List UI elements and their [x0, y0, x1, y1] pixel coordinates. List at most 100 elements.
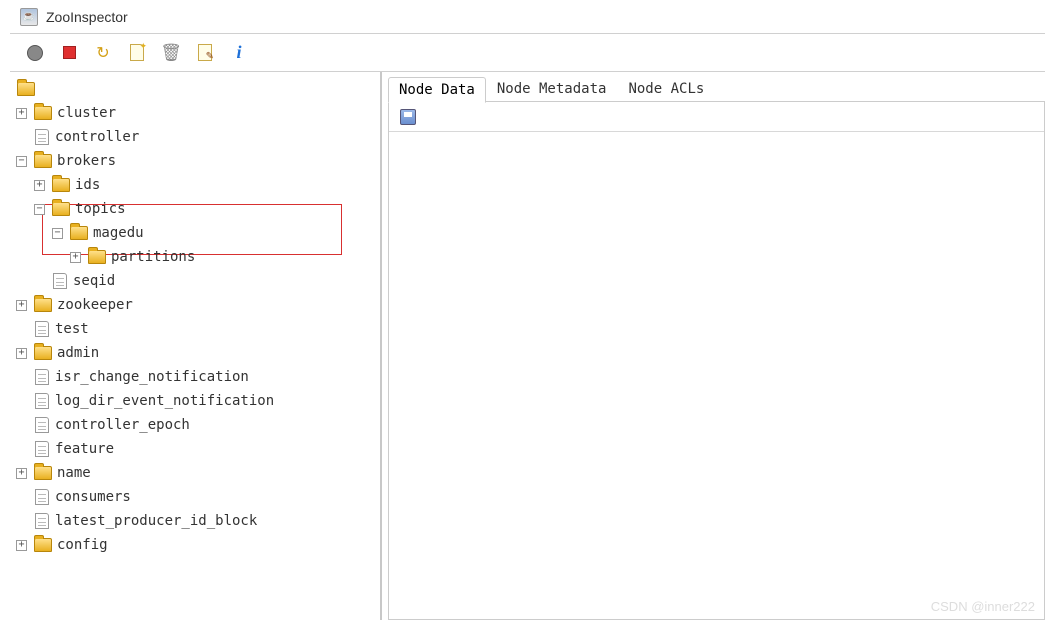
- file-icon: [35, 513, 49, 529]
- tree-node-isr[interactable]: isr_change_notification: [13, 365, 377, 389]
- collapse-icon[interactable]: −: [34, 204, 45, 215]
- folder-icon: [34, 298, 52, 312]
- add-node-button[interactable]: [126, 42, 148, 64]
- folder-icon: [17, 82, 35, 96]
- tree-node-name[interactable]: + name: [13, 461, 377, 485]
- trash-icon: 🗑: [160, 43, 182, 63]
- tree-node-logdir[interactable]: log_dir_event_notification: [13, 389, 377, 413]
- expand-icon[interactable]: +: [16, 540, 27, 551]
- tree-node-config[interactable]: + config: [13, 533, 377, 557]
- expand-icon[interactable]: +: [16, 108, 27, 119]
- folder-icon: [34, 466, 52, 480]
- file-icon: [35, 321, 49, 337]
- node-label: cluster: [56, 105, 116, 121]
- folder-icon: [88, 250, 106, 264]
- node-label: consumers: [54, 489, 131, 505]
- node-label: seqid: [72, 273, 115, 289]
- save-icon: [400, 109, 416, 125]
- stop-icon: [63, 46, 76, 59]
- tree-node-admin[interactable]: + admin: [13, 341, 377, 365]
- file-icon: [35, 369, 49, 385]
- circle-icon: [27, 45, 43, 61]
- node-label: ids: [74, 177, 100, 193]
- expand-icon[interactable]: +: [70, 252, 81, 263]
- refresh-button[interactable]: ↻: [92, 42, 114, 64]
- node-label: config: [56, 537, 108, 553]
- node-label: latest_producer_id_block: [54, 513, 257, 529]
- collapse-icon[interactable]: −: [16, 156, 27, 167]
- save-button[interactable]: [397, 106, 419, 128]
- expand-icon[interactable]: +: [16, 300, 27, 311]
- edit-node-button[interactable]: [194, 42, 216, 64]
- info-icon: i: [236, 42, 241, 63]
- connect-button[interactable]: [24, 42, 46, 64]
- tree-node-brokers[interactable]: − brokers: [13, 149, 377, 173]
- tree: + cluster controller − brokers + ids: [13, 77, 377, 557]
- tree-node-latest-producer[interactable]: latest_producer_id_block: [13, 509, 377, 533]
- node-label: zookeeper: [56, 297, 133, 313]
- tabs: Node Data Node Metadata Node ACLs: [388, 76, 1045, 102]
- tab-node-metadata[interactable]: Node Metadata: [486, 76, 618, 102]
- tree-node-consumers[interactable]: consumers: [13, 485, 377, 509]
- tree-panel[interactable]: + cluster controller − brokers + ids: [10, 72, 382, 620]
- tree-node-controller[interactable]: controller: [13, 125, 377, 149]
- node-label: name: [56, 465, 91, 481]
- folder-icon: [34, 106, 52, 120]
- node-label: magedu: [92, 225, 144, 241]
- file-icon: [35, 129, 49, 145]
- watermark: CSDN @inner222: [931, 599, 1035, 614]
- node-label: feature: [54, 441, 114, 457]
- node-label: controller: [54, 129, 139, 145]
- node-label: brokers: [56, 153, 116, 169]
- folder-icon: [70, 226, 88, 240]
- refresh-icon: ↻: [96, 43, 109, 63]
- folder-icon: [34, 346, 52, 360]
- node-label: isr_change_notification: [54, 369, 249, 385]
- about-button[interactable]: i: [228, 42, 250, 64]
- expand-icon[interactable]: +: [16, 468, 27, 479]
- node-label: test: [54, 321, 89, 337]
- new-doc-icon: [130, 44, 144, 61]
- file-icon: [35, 393, 49, 409]
- details-panel: Node Data Node Metadata Node ACLs: [382, 72, 1045, 620]
- collapse-icon[interactable]: −: [52, 228, 63, 239]
- tab-node-data[interactable]: Node Data: [388, 77, 486, 103]
- node-label: topics: [74, 201, 126, 217]
- folder-icon: [52, 202, 70, 216]
- tree-node-partitions[interactable]: + partitions: [13, 245, 377, 269]
- title-bar: ☕ ZooInspector: [10, 0, 1045, 34]
- main-area: + cluster controller − brokers + ids: [10, 72, 1045, 620]
- tree-node-magedu[interactable]: − magedu: [13, 221, 377, 245]
- tree-node-test[interactable]: test: [13, 317, 377, 341]
- edit-icon: [198, 44, 212, 61]
- expand-icon[interactable]: +: [16, 348, 27, 359]
- tree-node-zookeeper[interactable]: + zookeeper: [13, 293, 377, 317]
- tree-node-seqid[interactable]: seqid: [13, 269, 377, 293]
- file-icon: [35, 441, 49, 457]
- tree-node-cluster[interactable]: + cluster: [13, 101, 377, 125]
- content-toolbar: [389, 102, 1044, 132]
- node-label: partitions: [110, 249, 195, 265]
- tree-root[interactable]: [13, 77, 377, 101]
- file-icon: [53, 273, 67, 289]
- folder-icon: [34, 538, 52, 552]
- java-icon: ☕: [20, 8, 38, 26]
- expand-icon[interactable]: +: [34, 180, 45, 191]
- file-icon: [35, 417, 49, 433]
- node-label: controller_epoch: [54, 417, 190, 433]
- delete-node-button[interactable]: 🗑: [160, 42, 182, 64]
- node-label: log_dir_event_notification: [54, 393, 274, 409]
- tree-node-controller-epoch[interactable]: controller_epoch: [13, 413, 377, 437]
- node-label: admin: [56, 345, 99, 361]
- tree-node-feature[interactable]: feature: [13, 437, 377, 461]
- tree-node-topics[interactable]: − topics: [13, 197, 377, 221]
- disconnect-button[interactable]: [58, 42, 80, 64]
- tree-node-ids[interactable]: + ids: [13, 173, 377, 197]
- folder-icon: [52, 178, 70, 192]
- tab-node-acls[interactable]: Node ACLs: [617, 76, 715, 102]
- tab-content: [388, 101, 1045, 620]
- file-icon: [35, 489, 49, 505]
- toolbar: ↻ 🗑 i: [10, 34, 1045, 72]
- folder-icon: [34, 154, 52, 168]
- window-title: ZooInspector: [46, 9, 128, 25]
